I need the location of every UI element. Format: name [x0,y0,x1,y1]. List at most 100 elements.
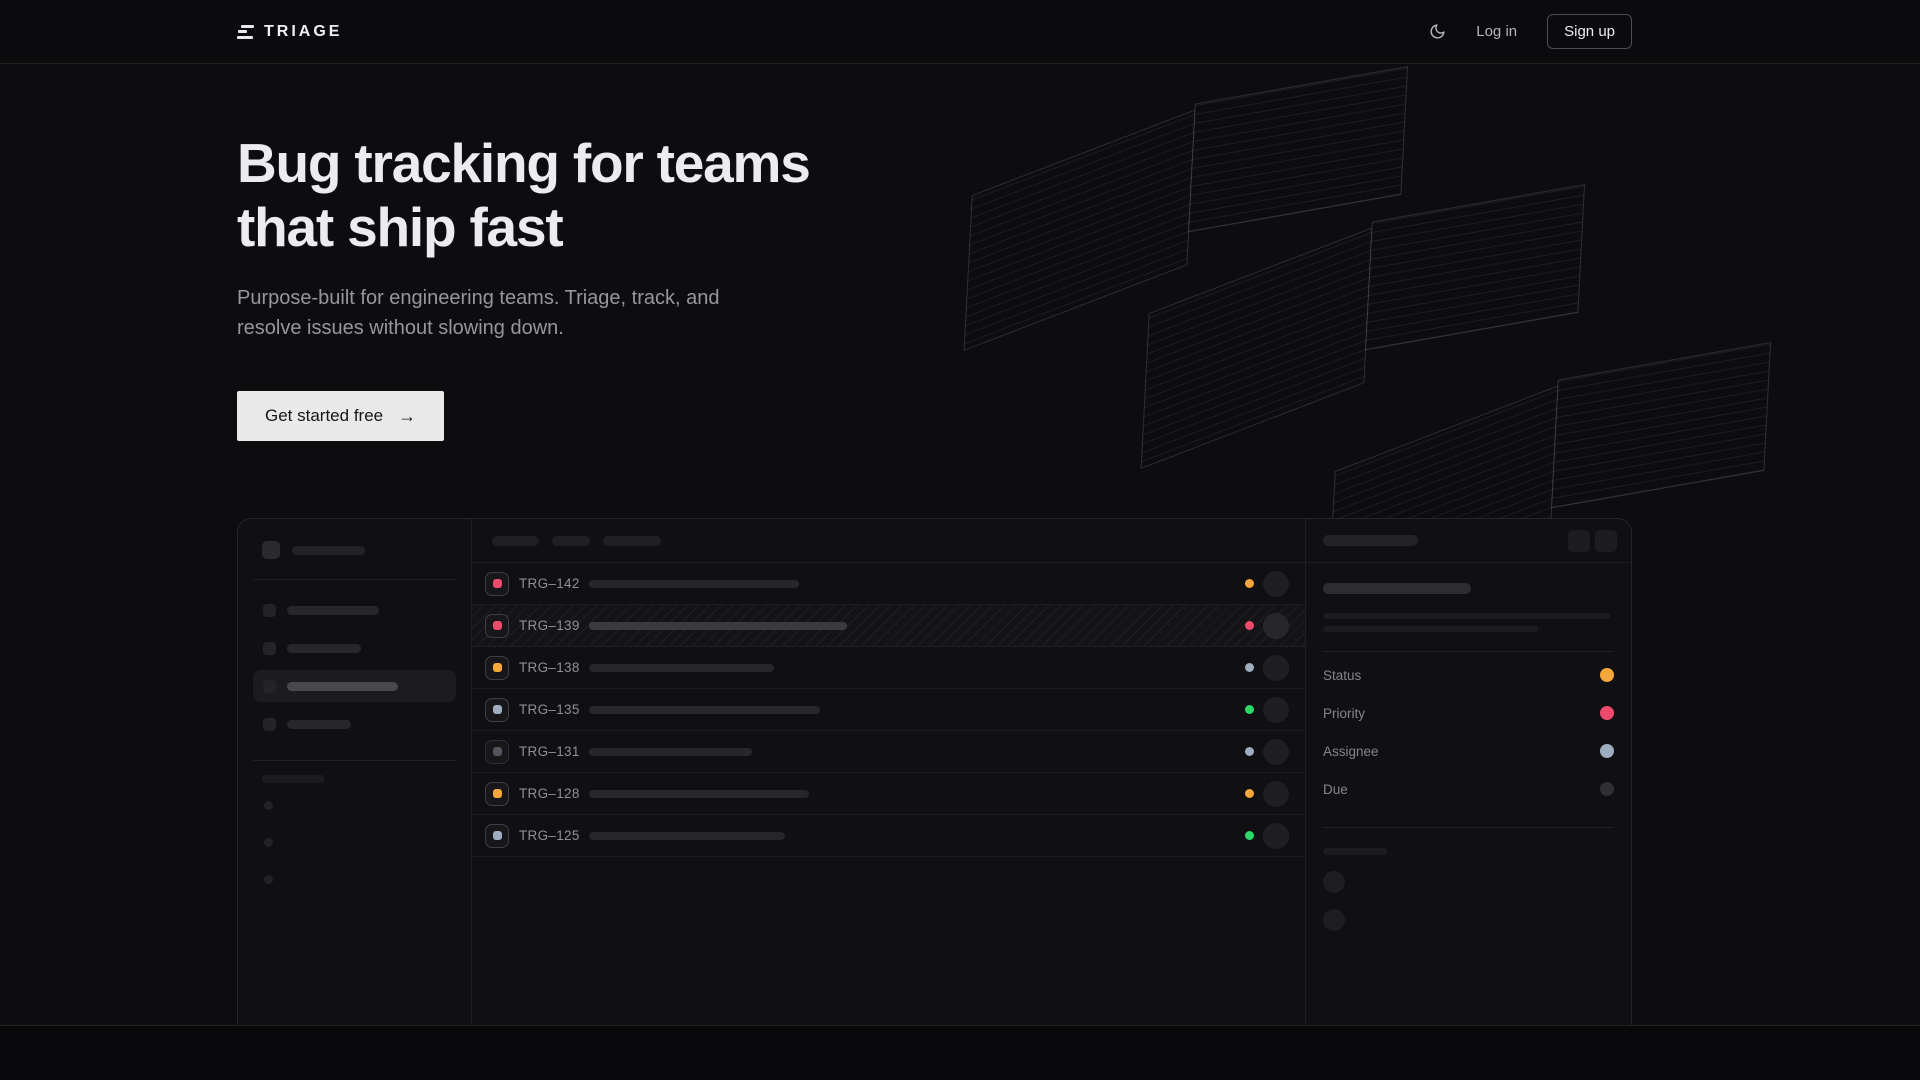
issue-id: TRG–128 [519,786,583,801]
description-line-skeleton [1323,613,1610,619]
hero-subtitle: Purpose-built for engineering teams. Tri… [237,283,1632,343]
issue-row: TRG–128 [472,773,1305,815]
description-line-skeleton [1323,626,1538,632]
issue-type-icon [485,656,509,680]
mock-sidebar-dots [264,801,456,884]
site-header: TRIAGE Log in Sign up [0,0,1920,64]
assignee-avatar [1263,571,1289,597]
issue-type-icon [485,698,509,722]
issue-title-skeleton [589,790,809,798]
divider [1323,651,1614,652]
sidebar-dot-skeleton [264,875,273,884]
sidebar-item-bar [287,606,379,615]
issue-title-skeleton [589,622,847,630]
brand-name: TRIAGE [264,23,342,41]
property-label: Priority [1323,706,1365,721]
avatar-skeleton [1323,871,1345,893]
sidebar-dot-skeleton [264,801,273,810]
mock-sidebar-nav [253,588,456,740]
sidebar-workspace [253,541,456,559]
sidebar-dot-skeleton [264,838,273,847]
avatar-skeleton [1323,909,1345,931]
hero-title: Bug tracking for teams that ship fast [237,131,1632,259]
mockup-sidebar [238,519,472,1025]
sidebar-item-bar [287,720,351,729]
property-row: Status [1323,656,1614,694]
get-started-button[interactable]: Get started free → [237,391,444,441]
login-link[interactable]: Log in [1476,23,1517,40]
nav-icon-skeleton [263,680,276,693]
property-value-dot [1600,706,1614,720]
issue-row: TRG–135 [472,689,1305,731]
issue-title-skeleton [589,832,785,840]
property-row: Priority [1323,694,1614,732]
detail-action-skeleton [1595,530,1617,552]
issue-row: TRG–138 [472,647,1305,689]
issue-status-dot [1245,789,1254,798]
divider [253,760,456,761]
sidebar-nav-item [253,708,456,740]
issue-status-dot [1245,663,1254,672]
divider [1323,827,1614,828]
footer-band [0,1025,1920,1080]
issue-title-skeleton [1323,583,1471,594]
brand-logo[interactable]: TRIAGE [237,23,342,41]
issue-type-icon [485,572,509,596]
issue-id: TRG–131 [519,744,583,759]
property-row: Due [1323,770,1614,808]
property-value-dot [1600,744,1614,758]
issue-title-skeleton [589,664,774,672]
issue-row: TRG–131 [472,731,1305,773]
mockup-issue-list-panel: TRG–142 TRG–139 TRG–138 TRG–135 TRG– [472,519,1305,1025]
toolbar-pill-skeleton [552,536,590,546]
assignee-avatar [1263,697,1289,723]
moon-icon [1429,23,1446,40]
mock-issue-list: TRG–142 TRG–139 TRG–138 TRG–135 TRG– [472,563,1305,857]
issue-status-dot [1245,705,1254,714]
issue-id: TRG–139 [519,618,583,633]
triage-bars-icon [237,25,254,39]
app-mockup: TRG–142 TRG–139 TRG–138 TRG–135 TRG– [237,518,1632,1025]
detail-title-skeleton [1323,535,1418,546]
property-label: Assignee [1323,744,1379,759]
issue-row: TRG–139 [472,605,1305,647]
hero-section: Bug tracking for teams that ship fast Pu… [0,64,1920,1025]
assignee-avatar [1263,823,1289,849]
nav-icon-skeleton [263,642,276,655]
issue-type-icon [485,782,509,806]
property-value-dot [1600,782,1614,796]
issue-title-skeleton [589,580,799,588]
toolbar-pill-skeleton [492,536,539,546]
detail-panel-header [1306,519,1631,563]
mockup-detail-panel: Status Priority Assignee Due [1305,519,1631,1025]
comment-avatars [1323,871,1614,931]
comments-label-skeleton [1323,848,1387,855]
detail-action-skeleton [1568,530,1590,552]
issue-id: TRG–135 [519,702,583,717]
theme-toggle-button[interactable] [1429,23,1446,40]
sidebar-nav-item [253,594,456,626]
issue-id: TRG–142 [519,576,583,591]
issue-id: TRG–125 [519,828,583,843]
issue-status-dot [1245,621,1254,630]
signup-button[interactable]: Sign up [1547,14,1632,49]
arrow-right-icon: → [398,407,416,425]
divider [253,579,456,580]
sidebar-item-bar [287,644,361,653]
sidebar-nav-item [253,632,456,664]
issue-type-icon [485,740,509,764]
detail-action-buttons-skeleton [1568,530,1617,552]
workspace-name-skeleton [292,546,365,555]
assignee-avatar [1263,655,1289,681]
issue-status-dot [1245,747,1254,756]
issue-type-icon [485,824,509,848]
assignee-avatar [1263,781,1289,807]
property-label: Status [1323,668,1361,683]
issue-type-icon [485,614,509,638]
mock-list-toolbar [472,519,1305,563]
nav-icon-skeleton [263,604,276,617]
issue-status-dot [1245,831,1254,840]
nav-icon-skeleton [263,718,276,731]
issue-status-dot [1245,579,1254,588]
sidebar-section-label-skeleton [262,775,325,783]
